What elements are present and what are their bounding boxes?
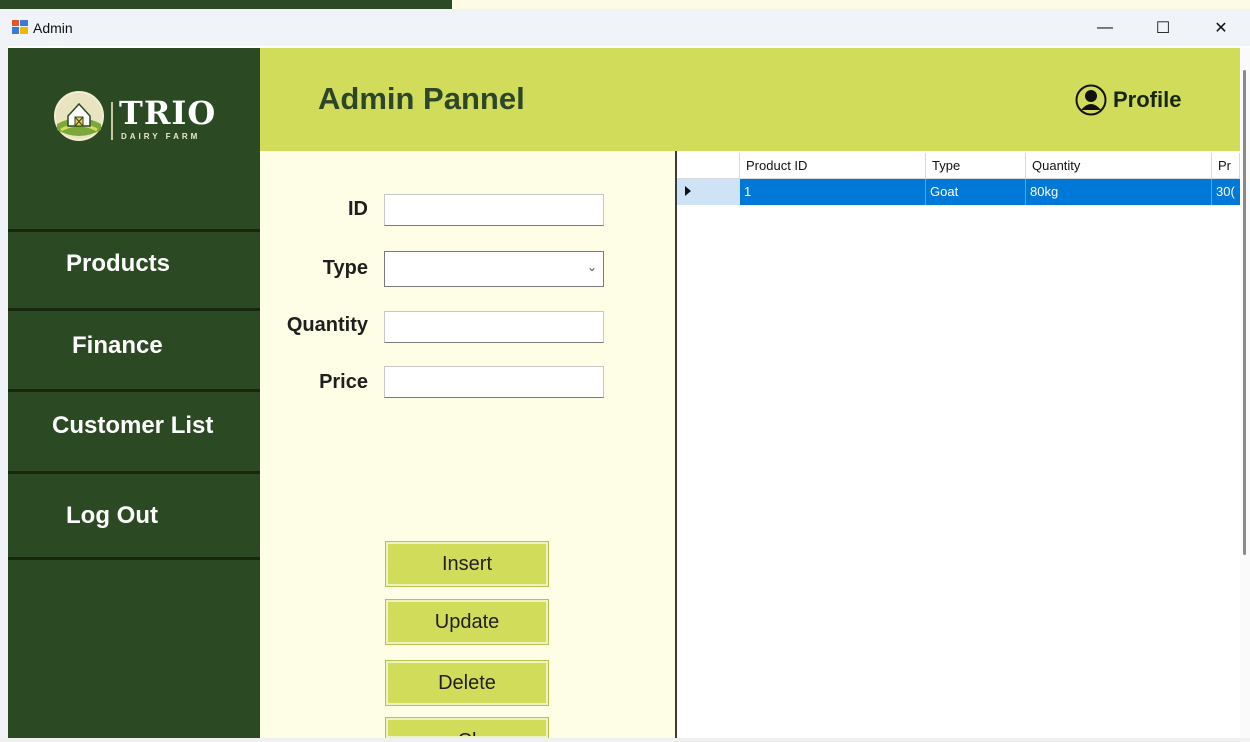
window-title: Admin — [33, 20, 73, 36]
page-title: Admin Pannel — [318, 81, 525, 116]
cell-quantity[interactable]: 80kg — [1026, 179, 1212, 205]
brand-logo: TRIO DAIRY FARM — [53, 80, 233, 160]
quantity-label: Quantity — [286, 314, 368, 336]
grid-header: Product ID Type Quantity Pr — [677, 153, 1240, 179]
id-label: ID — [348, 198, 368, 220]
update-button[interactable]: Update — [385, 599, 549, 645]
nav-divider — [8, 471, 260, 474]
nav-divider — [8, 308, 260, 311]
id-input[interactable] — [384, 194, 604, 226]
quantity-input[interactable] — [384, 311, 604, 343]
brand-name: TRIO — [119, 94, 217, 132]
price-input[interactable] — [384, 366, 604, 398]
close-button[interactable]: ✕ — [1198, 9, 1244, 46]
chevron-down-icon: ⌄ — [586, 260, 597, 274]
logo-divider — [111, 102, 113, 140]
sidebar: TRIO DAIRY FARM Products Finance Custome… — [8, 48, 260, 738]
sidebar-item-finance[interactable]: Finance — [8, 332, 260, 360]
window-titlebar: Admin — ☐ ✕ — [0, 9, 1250, 46]
background-window-strip — [0, 0, 452, 9]
window-frame-edge — [0, 46, 8, 738]
column-header-type[interactable]: Type — [926, 153, 1026, 179]
maximize-button[interactable]: ☐ — [1140, 9, 1186, 46]
user-profile-icon — [1075, 84, 1107, 116]
type-select[interactable]: ⌄ — [384, 251, 604, 287]
row-pointer-icon — [685, 186, 691, 196]
barn-logo-icon — [54, 91, 104, 141]
grid-corner — [677, 153, 740, 179]
products-grid[interactable]: Product ID Type Quantity Pr 1 Goat 80kg … — [675, 151, 1240, 738]
column-header-product-id[interactable]: Product ID — [740, 153, 926, 179]
nav-divider — [8, 389, 260, 392]
brand-tagline: DAIRY FARM — [121, 132, 201, 141]
background-window-strip-light — [452, 0, 1250, 9]
nav-divider — [8, 557, 260, 560]
delete-button[interactable]: Delete — [385, 660, 549, 706]
profile-button[interactable]: Profile — [1075, 84, 1181, 116]
cell-type[interactable]: Goat — [926, 179, 1026, 205]
column-header-quantity[interactable]: Quantity — [1026, 153, 1212, 179]
vertical-scrollbar[interactable] — [1240, 48, 1250, 738]
cell-price[interactable]: 30( — [1212, 179, 1240, 205]
page-header: Admin Pannel Profile — [260, 48, 1240, 151]
sidebar-item-log-out[interactable]: Log Out — [8, 502, 260, 530]
profile-label: Profile — [1113, 87, 1182, 112]
nav-divider — [8, 229, 260, 232]
product-form: ID Type ⌄ Quantity Price Insert Update D… — [260, 151, 675, 739]
clear-button[interactable]: Cl — [385, 717, 549, 739]
sidebar-item-customer-list[interactable]: Customer List — [8, 412, 260, 440]
column-header-price[interactable]: Pr — [1212, 153, 1240, 179]
insert-button[interactable]: Insert — [385, 541, 549, 587]
minimize-button[interactable]: — — [1082, 9, 1128, 46]
sidebar-item-products[interactable]: Products — [8, 250, 260, 278]
row-header[interactable] — [677, 179, 741, 205]
window-bottom-edge — [0, 738, 1250, 742]
scrollbar-thumb[interactable] — [1243, 70, 1246, 555]
cell-product-id[interactable]: 1 — [740, 179, 926, 205]
app-form-icon — [12, 20, 28, 34]
type-label: Type — [322, 257, 368, 279]
price-label: Price — [319, 371, 368, 393]
table-row[interactable]: 1 Goat 80kg 30( — [677, 179, 1240, 205]
